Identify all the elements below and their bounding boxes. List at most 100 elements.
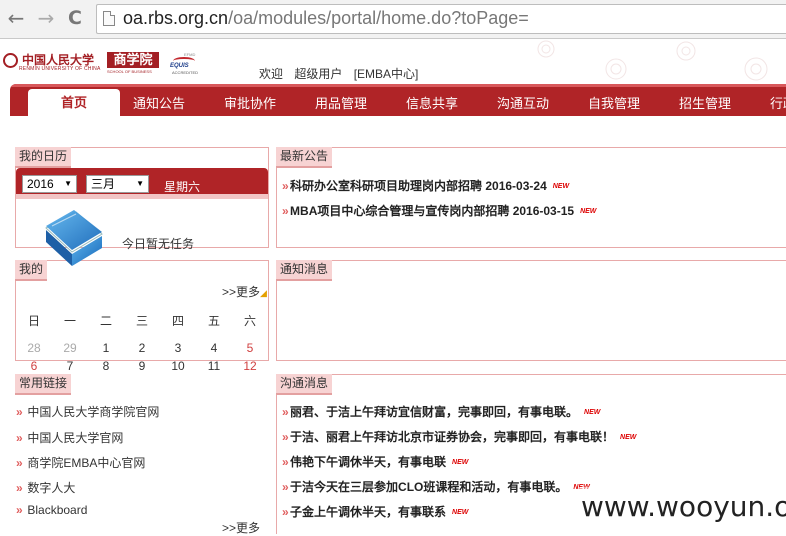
announcement-item[interactable]: » MBA项目中心综合管理与宣传岗内部招聘 2016-03-15 NEW [282, 202, 596, 219]
reload-icon[interactable]: C [63, 6, 87, 30]
nav-home[interactable]: 首页 [28, 89, 120, 116]
announcement-item[interactable]: » 科研办公室科研项目助理岗内部招聘 2016-03-24 NEW [282, 177, 569, 194]
browser-toolbar: ← → C oa.rbs.org.cn/oa/modules/portal/ho… [0, 0, 786, 39]
message-item[interactable]: » 丽君、于洁上午拜访宜信财富，完事即回，有事电联。 NEW [282, 403, 600, 420]
school-logo: 商学院 [107, 52, 159, 68]
new-badge: NEW [452, 459, 469, 467]
nav-item-admin[interactable]: 行政 [770, 93, 786, 112]
calendar-day[interactable]: 4 [204, 341, 224, 355]
calendar-day[interactable]: 11 [204, 359, 224, 373]
link-item[interactable]: » 商学院EMBA中心官网 [16, 454, 145, 471]
double-chevron-icon: » [16, 481, 23, 495]
month-select[interactable]: 三月 ▼ [86, 175, 149, 193]
nav-item-supplies[interactable]: 用品管理 [315, 93, 367, 112]
year-select[interactable]: 2016 ▼ [22, 175, 77, 193]
link-item[interactable]: » 中国人民大学官网 [16, 429, 123, 446]
new-badge: NEW [452, 509, 469, 517]
double-chevron-icon: » [16, 456, 23, 470]
nav-item-share[interactable]: 信息共享 [406, 93, 458, 112]
month-value: 三月 [91, 177, 116, 191]
equis-sub: ACCREDITED [172, 70, 199, 75]
calendar-day[interactable]: 29 [60, 341, 80, 355]
double-chevron-icon: » [282, 204, 289, 218]
notices-panel [276, 260, 786, 361]
announcements-title: 最新公告 [276, 147, 333, 168]
double-chevron-icon: » [282, 480, 289, 494]
forward-icon[interactable]: → [34, 6, 58, 30]
calendar-day[interactable]: 2 [132, 341, 152, 355]
calendar-weekday-header: 一 [63, 314, 76, 328]
nav-item-approval[interactable]: 审批协作 [224, 93, 276, 112]
new-badge: NEW [620, 434, 637, 442]
double-chevron-icon: » [16, 503, 23, 517]
new-badge: NEW [552, 183, 570, 191]
folder-icon [45, 210, 103, 266]
link-item[interactable]: » 中国人民大学商学院官网 [16, 403, 159, 420]
watermark-text: www.wooyun.org [581, 490, 786, 523]
message-item[interactable]: » 于洁、丽君上午拜访北京市证券协会，完事即回，有事电联！ NEW [282, 428, 636, 445]
calendar-weekday-header: 日 [27, 314, 40, 328]
chevron-down-icon: ▼ [64, 179, 72, 188]
message-text: 于洁今天在三层参加CLO班课程和活动，有事电联。 [290, 480, 568, 494]
mini-calendar-more-link[interactable]: >>更多◢ [222, 283, 267, 300]
calendar-day[interactable]: 3 [168, 341, 188, 355]
messages-title: 沟通消息 [276, 374, 333, 395]
link-item-label: 数字人大 [27, 481, 76, 495]
double-chevron-icon: » [282, 405, 289, 419]
nav-item-self[interactable]: 自我管理 [588, 93, 640, 112]
new-badge: NEW [580, 208, 597, 216]
calendar-weekday-header: 二 [99, 314, 112, 328]
calendar-day[interactable]: 8 [96, 359, 116, 373]
link-item-label: Blackboard [27, 503, 88, 517]
announcement-text: MBA项目中心综合管理与宣传岗内部招聘 2016-03-15 [290, 204, 575, 218]
equis-text: EQUIS [170, 63, 189, 69]
calendar-day[interactable]: 5 [240, 341, 260, 355]
link-item[interactable]: » Blackboard [16, 503, 87, 517]
link-item-label: 商学院EMBA中心官网 [27, 456, 146, 470]
calendar-day[interactable]: 12 [240, 359, 260, 373]
message-item[interactable]: » 子金上午调休半天，有事联系 NEW [282, 503, 468, 520]
nav-item-admission[interactable]: 招生管理 [679, 93, 731, 112]
message-text: 于洁、丽君上午拜访北京市证券协会，完事即回，有事电联！ [290, 430, 615, 444]
announcement-text: 科研办公室科研项目助理岗内部招聘 2016-03-24 [290, 179, 547, 193]
year-value: 2016 [27, 177, 54, 191]
university-seal-icon [3, 53, 18, 68]
url-text[interactable]: oa.rbs.org.cn/oa/modules/portal/home.do?… [123, 8, 529, 29]
calendar-day[interactable]: 28 [24, 341, 44, 355]
notices-title: 通知消息 [276, 260, 333, 281]
message-item[interactable]: » 伟艳下午调休半天，有事电联 NEW [282, 453, 468, 470]
nav-item-communication[interactable]: 沟通互动 [497, 93, 549, 112]
link-item-label: 中国人民大学商学院官网 [27, 405, 160, 419]
weekday-label: 星期六 [164, 180, 201, 194]
url-host: oa.rbs.org.cn [123, 8, 229, 28]
calendar-weekday-header: 五 [207, 314, 220, 328]
message-item[interactable]: » 于洁今天在三层参加CLO班课程和活动，有事电联。NEW [282, 478, 590, 495]
calendar-day[interactable]: 9 [132, 359, 152, 373]
calendar-weekday-header: 四 [171, 314, 184, 328]
equis-logo: EFMD EQUIS ACCREDITED [170, 51, 200, 75]
double-chevron-icon: » [282, 179, 289, 193]
calendar-day[interactable]: 6 [24, 359, 44, 373]
message-text: 伟艳下午调休半天，有事电联 [290, 455, 447, 469]
university-logo-en: RENMIN UNIVERSITY OF CHINA [19, 66, 101, 72]
chevron-down-icon: ▼ [136, 179, 144, 188]
mini-calendar-more-text: >>更多 [222, 285, 261, 299]
nav-item-notice[interactable]: 通知公告 [133, 93, 185, 112]
calendar-day[interactable]: 10 [168, 359, 188, 373]
back-icon[interactable]: ← [4, 6, 28, 30]
decorative-swirl [537, 40, 768, 81]
address-bar[interactable]: oa.rbs.org.cn/oa/modules/portal/home.do?… [96, 4, 786, 34]
link-item[interactable]: » 数字人大 [16, 479, 75, 496]
calendar-panel-title: 我的日历 [15, 147, 72, 168]
new-badge: NEW [584, 409, 601, 417]
calendar-weekday-header: 三 [135, 314, 148, 328]
calendar-day[interactable]: 1 [96, 341, 116, 355]
double-chevron-icon: » [282, 455, 289, 469]
school-logo-en: SCHOOL OF BUSINESS [107, 69, 152, 74]
site-header: 中国人民大学 RENMIN UNIVERSITY OF CHINA 商学院 SC… [0, 39, 786, 83]
calendar-day[interactable]: 7 [60, 359, 80, 373]
links-more-link[interactable]: >>更多 [222, 519, 260, 536]
welcome-text: 欢迎 [259, 67, 284, 81]
welcome-line: 欢迎 超级用户 [EMBA中心] [259, 65, 426, 82]
double-chevron-icon: » [282, 430, 289, 444]
